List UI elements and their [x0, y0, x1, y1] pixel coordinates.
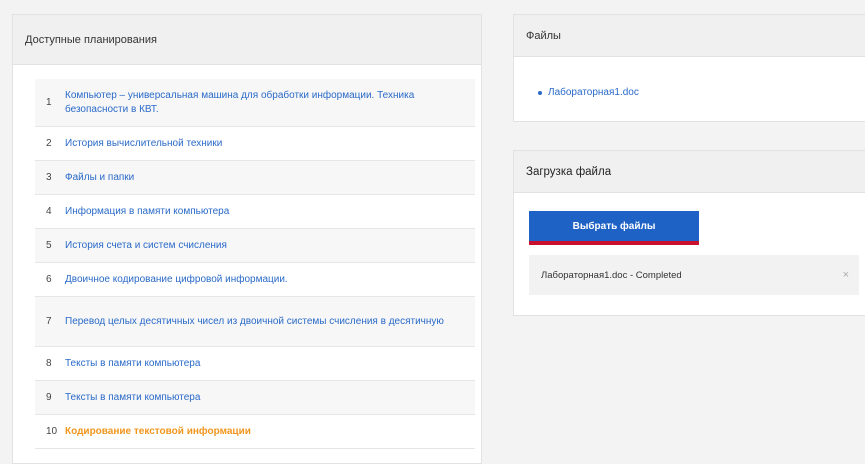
plan-number: 6 [46, 274, 52, 285]
plan-link-active[interactable]: Кодирование текстовой информации [65, 425, 475, 439]
plan-item-2: 2 История вычислительной техники [35, 127, 475, 161]
files-panel: Файлы Лабораторная1.doc [513, 14, 865, 122]
plan-item-6: 6 Двоичное кодирование цифровой информац… [35, 263, 475, 297]
plan-number: 7 [46, 316, 52, 327]
plan-item-1: 1 Компьютер – универсальная машина для о… [35, 79, 475, 127]
plan-number: 1 [46, 97, 52, 108]
plan-number: 9 [46, 392, 52, 403]
upload-panel: Загрузка файла Выбрать файлы Лабораторна… [513, 150, 865, 316]
plan-link[interactable]: Перевод целых десятичных чисел из двоичн… [65, 315, 475, 329]
plan-link[interactable]: Информация в памяти компьютера [65, 205, 475, 219]
file-list-item: Лабораторная1.doc [538, 87, 639, 98]
plan-number: 10 [46, 426, 58, 437]
page: Доступные планирования 1 Компьютер – уни… [0, 0, 865, 464]
available-plans-panel: Доступные планирования 1 Компьютер – уни… [12, 14, 482, 464]
plan-number: 3 [46, 172, 52, 183]
close-icon[interactable]: × [843, 269, 849, 281]
plan-item-3: 3 Файлы и папки [35, 161, 475, 195]
plans-list: 1 Компьютер – универсальная машина для о… [35, 79, 475, 449]
plan-item-10: 10 Кодирование текстовой информации [35, 415, 475, 449]
upload-status-row: Лабораторная1.doc - Completed × [529, 255, 859, 295]
files-title: Файлы [514, 15, 865, 57]
plan-link[interactable]: Компьютер – универсальная машина для обр… [65, 89, 475, 117]
plan-link[interactable]: Тексты в памяти компьютера [65, 357, 475, 371]
plan-item-9: 9 Тексты в памяти компьютера [35, 381, 475, 415]
plan-link[interactable]: История вычислительной техники [65, 137, 475, 151]
plan-number: 5 [46, 240, 52, 251]
plan-item-4: 4 Информация в памяти компьютера [35, 195, 475, 229]
plan-link[interactable]: История счета и систем счисления [65, 239, 475, 253]
upload-status-text: Лабораторная1.doc - Completed [541, 269, 682, 281]
file-link[interactable]: Лабораторная1.doc [548, 87, 639, 98]
choose-files-button[interactable]: Выбрать файлы [529, 211, 699, 245]
bullet-icon [538, 90, 542, 95]
plan-link[interactable]: Тексты в памяти компьютера [65, 391, 475, 405]
plan-item-5: 5 История счета и систем счисления [35, 229, 475, 263]
plan-number: 4 [46, 206, 52, 217]
plan-link[interactable]: Двоичное кодирование цифровой информации… [65, 273, 475, 287]
plan-link[interactable]: Файлы и папки [65, 171, 475, 185]
plan-number: 8 [46, 358, 52, 369]
plan-number: 2 [46, 138, 52, 149]
plan-item-8: 8 Тексты в памяти компьютера [35, 347, 475, 381]
plan-item-7: 7 Перевод целых десятичных чисел из двои… [35, 297, 475, 347]
upload-title: Загрузка файла [514, 151, 865, 193]
available-plans-title: Доступные планирования [13, 15, 481, 65]
